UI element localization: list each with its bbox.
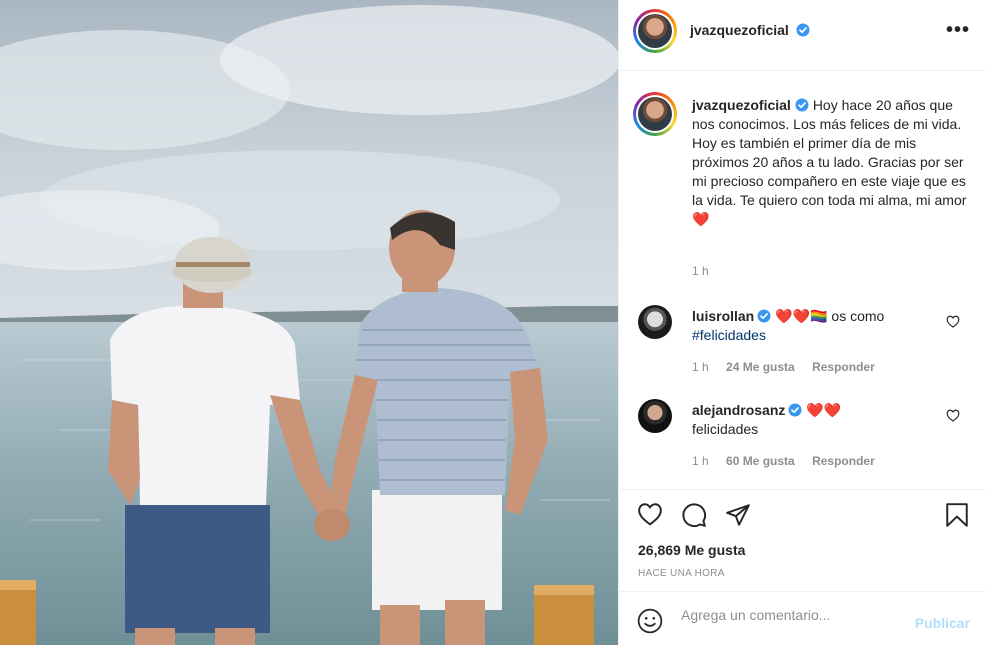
comment-text: alejandrosanz ❤️❤️ felicidades	[692, 401, 932, 439]
post-details-panel: jvazquezoficial ••• jvazquezoficial Hoy …	[618, 0, 985, 645]
comment-text: luisrollan ❤️❤️🏳️‍🌈 os como #felicidades	[692, 307, 932, 345]
post-photo-image	[0, 0, 618, 645]
commenter-username[interactable]: luisrollan	[692, 308, 754, 324]
reply-button[interactable]: Responder	[812, 454, 875, 468]
comment-meta: 1 h 24 Me gusta Responder	[692, 360, 889, 374]
comment-time[interactable]: 1 h	[692, 454, 709, 468]
post-actions: 26,869 Me gusta HACE UNA HORA	[619, 489, 985, 591]
share-icon[interactable]	[725, 502, 751, 528]
post-timestamp[interactable]: HACE UNA HORA	[638, 568, 725, 579]
caption-timestamp[interactable]: 1 h	[692, 264, 709, 278]
caption-text: jvazquezoficial Hoy hace 20 años que nos…	[692, 96, 972, 229]
commenter-username[interactable]: alejandrosanz	[692, 402, 785, 418]
heart-icon[interactable]	[637, 502, 663, 526]
comment-meta: 1 h 60 Me gusta Responder	[692, 454, 889, 468]
comment-likes[interactable]: 24 Me gusta	[726, 360, 795, 374]
verified-badge-icon	[796, 23, 810, 37]
heart-emoji: ❤️	[692, 211, 710, 227]
caption-body: Hoy hace 20 años que nos conocimos. Los …	[692, 97, 967, 208]
comment-emojis: ❤️❤️	[806, 402, 842, 418]
verified-badge-icon	[788, 403, 802, 417]
comment-input[interactable]	[681, 607, 901, 623]
post-header: jvazquezoficial •••	[619, 0, 985, 71]
caption-avatar[interactable]	[633, 92, 677, 136]
comment-hashtag[interactable]: #felicidades	[692, 327, 766, 343]
author-avatar[interactable]	[633, 9, 677, 53]
comment-body: felicidades	[692, 421, 759, 437]
more-options-icon[interactable]: •••	[946, 20, 970, 40]
comment-like-heart-icon[interactable]	[946, 315, 960, 328]
likes-count[interactable]: 26,869 Me gusta	[638, 542, 745, 558]
publish-button[interactable]: Publicar	[915, 615, 970, 631]
emoji-icon[interactable]	[637, 608, 663, 634]
bookmark-icon[interactable]	[945, 502, 969, 528]
post-photo[interactable]	[0, 0, 618, 645]
comment-body: os como	[827, 308, 885, 324]
caption-username[interactable]: jvazquezoficial	[692, 97, 791, 113]
verified-badge-icon	[795, 98, 809, 112]
verified-badge-icon	[757, 309, 771, 323]
commenter-avatar[interactable]	[638, 399, 672, 433]
comment-like-heart-icon[interactable]	[946, 409, 960, 422]
comment-icon[interactable]	[681, 502, 707, 528]
comment-likes[interactable]: 60 Me gusta	[726, 454, 795, 468]
author-username[interactable]: jvazquezoficial	[690, 22, 810, 38]
add-comment-bar: Publicar	[619, 591, 985, 645]
comment-time[interactable]: 1 h	[692, 360, 709, 374]
comment-emojis: ❤️❤️🏳️‍🌈	[775, 308, 828, 324]
commenter-avatar[interactable]	[638, 305, 672, 339]
reply-button[interactable]: Responder	[812, 360, 875, 374]
